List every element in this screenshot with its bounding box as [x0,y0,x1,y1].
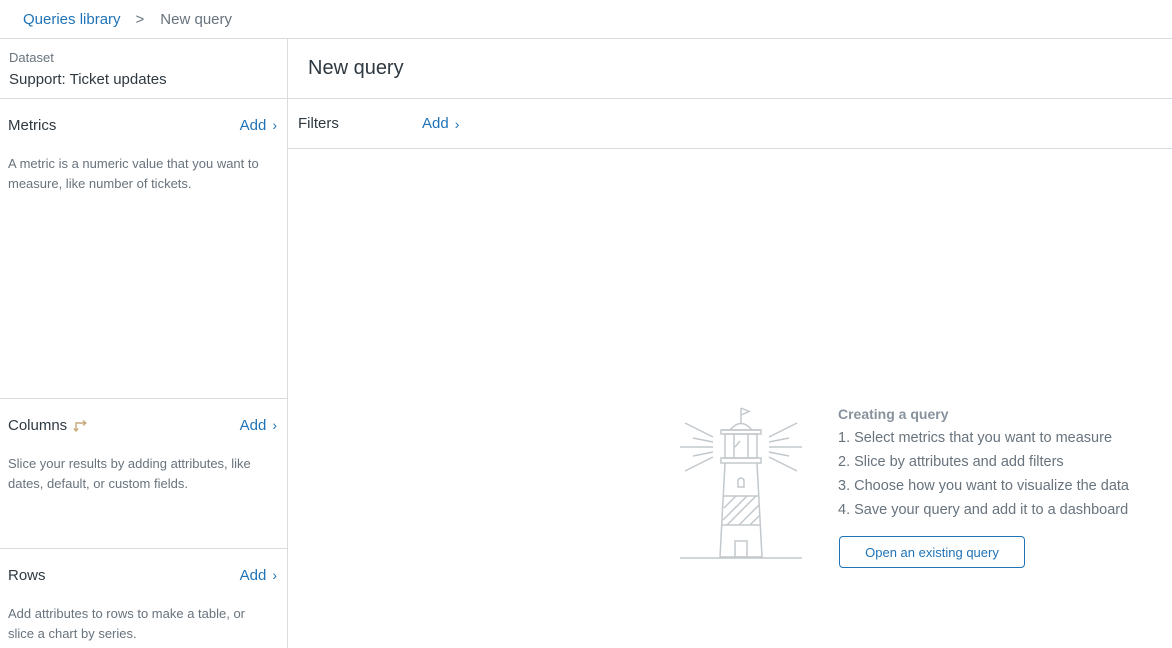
guide-step: 1. Select metrics that you want to measu… [838,430,1113,446]
guide-step: 4. Save your query and add it to a dashb… [838,502,1129,518]
breadcrumb-separator: > [135,10,145,28]
metrics-section: Metrics Add › A metric is a numeric valu… [0,99,287,399]
add-filter-label: Add [422,115,449,132]
guide-step: 3. Choose how you want to visualize the … [838,478,1129,494]
add-metric-button[interactable]: Add › [240,117,277,134]
metrics-description: A metric is a numeric value that you wan… [8,156,259,191]
query-main: New query Filters Add › Creating a query… [288,39,1172,648]
query-guide: Creating a query 1. Select metrics that … [838,405,1129,522]
add-column-label: Add [239,416,267,434]
breadcrumb: Queries library > New query [0,0,1172,39]
add-column-button[interactable]: Add › [240,417,277,434]
add-filter-button[interactable]: Add › [422,115,459,132]
columns-title-group: Columns [8,417,89,434]
empty-state: Creating a query 1. Select metrics that … [678,405,1148,575]
add-row-label: Add [239,566,267,584]
query-sidebar: Dataset Support: Ticket updates Metrics … [0,39,288,648]
breadcrumb-current: New query [160,10,232,28]
rows-section: Rows Add › Add attributes to rows to mak… [0,549,287,648]
dataset-value: Support: Ticket updates [9,71,167,88]
add-metric-label: Add [239,116,267,134]
guide-steps: 1. Select metrics that you want to measu… [838,426,1129,522]
guide-step: 2. Slice by attributes and add filters [838,454,1064,470]
query-header: New query [288,39,1172,99]
dataset-panel[interactable]: Dataset Support: Ticket updates [0,39,287,99]
lighthouse-icon [680,407,802,559]
add-row-button[interactable]: Add › [240,567,277,584]
guide-heading: Creating a query [838,406,949,422]
columns-title: Columns [8,416,68,434]
columns-description: Slice your results by adding attributes,… [8,456,251,491]
chevron-right-icon: › [454,115,460,132]
dataset-label: Dataset [9,50,54,65]
open-existing-query-button[interactable]: Open an existing query [839,536,1025,568]
chevron-right-icon: › [272,567,277,583]
chevron-right-icon: › [272,417,277,433]
page-title[interactable]: New query [308,57,404,80]
chevron-right-icon: › [272,117,277,133]
columns-section: Columns Add › Slice your results by addi… [0,399,287,549]
filters-label: Filters [298,115,339,132]
filters-bar: Filters Add › [288,99,1172,149]
rows-description: Add attributes to rows to make a table, … [8,606,246,641]
metrics-title: Metrics [8,116,57,134]
rows-title: Rows [8,566,46,584]
breadcrumb-queries-library-link[interactable]: Queries library [23,11,121,28]
swap-axes-icon[interactable] [73,417,89,433]
